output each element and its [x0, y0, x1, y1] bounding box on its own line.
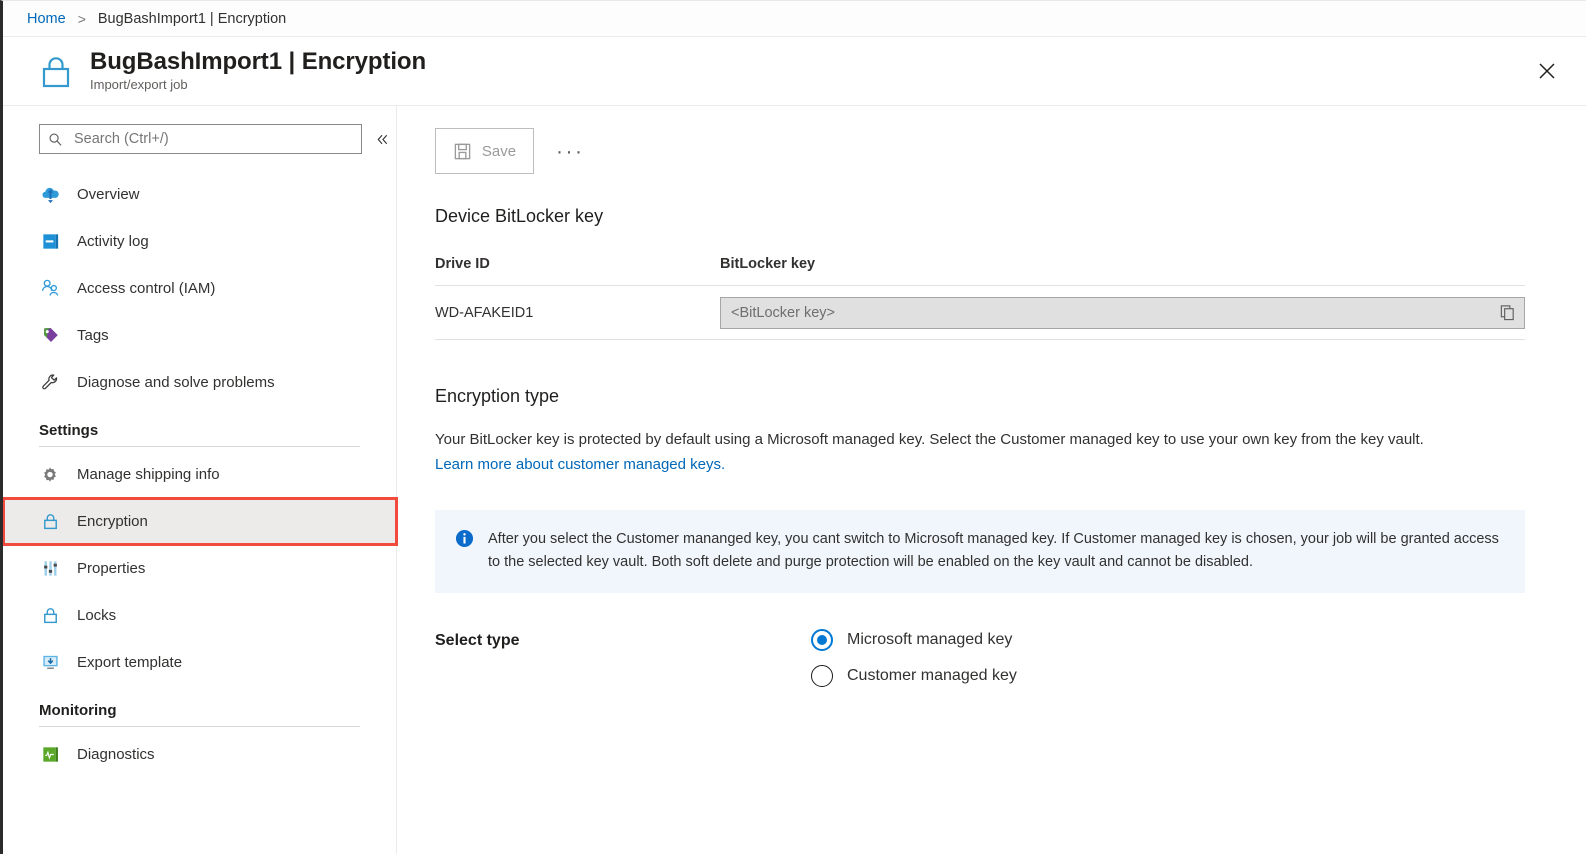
- save-disk-icon: [453, 142, 472, 161]
- sidebar-item-properties[interactable]: Properties: [3, 545, 396, 592]
- radio-mark: [811, 665, 833, 687]
- breadcrumb-home-link[interactable]: Home: [27, 11, 66, 27]
- search-box[interactable]: [39, 124, 362, 154]
- sidebar-item-diagnostics[interactable]: Diagnostics: [3, 731, 396, 778]
- encryption-type-description: Your BitLocker key is protected by defau…: [435, 429, 1515, 451]
- wrench-icon: [39, 372, 61, 394]
- sidebar-item-manage-shipping-info[interactable]: Manage shipping info: [3, 451, 396, 498]
- divider: [39, 446, 360, 447]
- command-bar: Save ···: [435, 128, 1586, 174]
- info-icon: [455, 528, 474, 574]
- table-header-cell-drive-id: Drive ID: [435, 255, 720, 273]
- sidebar-item-activity-log[interactable]: Activity log: [3, 218, 396, 265]
- breadcrumb-current: BugBashImport1 | Encryption: [98, 11, 286, 27]
- radio-customer-managed-key[interactable]: Customer managed key: [811, 665, 1017, 687]
- bitlocker-key-placeholder: <BitLocker key>: [731, 305, 1493, 321]
- radio-label: Microsoft managed key: [847, 631, 1012, 649]
- lock-icon: [36, 51, 76, 91]
- select-type-row: Select type Microsoft managed key Custom…: [435, 629, 1586, 687]
- people-icon: [39, 278, 61, 300]
- blade-body: Overview Activity log: [3, 106, 1586, 854]
- tag-icon: [39, 325, 61, 347]
- sidebar-item-label: Locks: [77, 607, 116, 624]
- double-chevron-left-icon[interactable]: [368, 125, 396, 153]
- sidebar-item-access-control[interactable]: Access control (IAM): [3, 265, 396, 312]
- more-commands-button[interactable]: ···: [548, 135, 592, 168]
- sidebar-item-tags[interactable]: Tags: [3, 312, 396, 359]
- lock-icon: [39, 511, 61, 533]
- table-row: WD-AFAKEID1 <BitLocker key>: [435, 286, 1525, 340]
- cloud-upload-icon: [39, 184, 61, 206]
- sidebar-group-settings: Settings: [3, 422, 396, 447]
- copy-icon[interactable]: [1493, 304, 1516, 321]
- main-content: Save ··· Device BitLocker key Drive ID B…: [397, 106, 1586, 854]
- lock-icon: [39, 605, 61, 627]
- diagnostics-icon: [39, 744, 61, 766]
- sidebar-item-label: Tags: [77, 327, 109, 344]
- table-header-cell-bitlocker-key: BitLocker key: [720, 255, 1525, 273]
- sidebar-group-title: Monitoring: [39, 702, 360, 719]
- radio-mark: [811, 629, 833, 651]
- sidebar-group-monitoring: Monitoring: [3, 702, 396, 727]
- gear-icon: [39, 464, 61, 486]
- sidebar-item-label: Diagnose and solve problems: [77, 374, 275, 391]
- bitlocker-key-table: Drive ID BitLocker key WD-AFAKEID1 <BitL…: [435, 255, 1525, 340]
- sidebar-item-label: Export template: [77, 654, 182, 671]
- sidebar-item-label: Diagnostics: [77, 746, 155, 763]
- activity-log-icon: [39, 231, 61, 253]
- save-button-label: Save: [482, 143, 516, 160]
- column-label: BitLocker key: [720, 256, 815, 272]
- sidebar-item-label: Manage shipping info: [77, 466, 220, 483]
- cell-drive-id: WD-AFAKEID1: [435, 305, 720, 321]
- column-label: Drive ID: [435, 256, 490, 272]
- sidebar-item-label: Properties: [77, 560, 145, 577]
- search-icon: [48, 132, 63, 147]
- close-icon[interactable]: [1532, 56, 1562, 86]
- export-template-icon: [39, 652, 61, 674]
- radio-label: Customer managed key: [847, 667, 1017, 685]
- breadcrumb-separator: >: [78, 11, 86, 27]
- sidebar-item-label: Overview: [77, 186, 140, 203]
- cell-bitlocker-key: <BitLocker key>: [720, 297, 1525, 329]
- sidebar-item-export-template[interactable]: Export template: [3, 639, 396, 686]
- radio-microsoft-managed-key[interactable]: Microsoft managed key: [811, 629, 1017, 651]
- sidebar-item-encryption[interactable]: Encryption: [3, 498, 397, 545]
- device-bitlocker-key-heading: Device BitLocker key: [435, 206, 1586, 227]
- sidebar-item-label: Activity log: [77, 233, 149, 250]
- encryption-type-radio-group: Microsoft managed key Customer managed k…: [811, 629, 1017, 687]
- blade-title-bar: BugBashImport1 | Encryption Import/expor…: [3, 37, 1586, 106]
- sidebar-item-diagnose[interactable]: Diagnose and solve problems: [3, 359, 396, 406]
- bitlocker-key-field[interactable]: <BitLocker key>: [720, 297, 1525, 329]
- page-title: BugBashImport1 | Encryption: [90, 49, 426, 75]
- table-header-row: Drive ID BitLocker key: [435, 255, 1525, 286]
- sidebar-item-locks[interactable]: Locks: [3, 592, 396, 639]
- search-input[interactable]: [72, 130, 353, 148]
- title-text-group: BugBashImport1 | Encryption Import/expor…: [90, 49, 426, 92]
- breadcrumb: Home > BugBashImport1 | Encryption: [3, 1, 1586, 37]
- sidebar-search-row: [3, 124, 396, 154]
- sidebar-group-title: Settings: [39, 422, 360, 439]
- sidebar-item-label: Encryption: [77, 513, 148, 530]
- select-type-label: Select type: [435, 629, 811, 650]
- save-button[interactable]: Save: [435, 128, 534, 174]
- divider: [39, 726, 360, 727]
- learn-more-link[interactable]: Learn more about customer managed keys.: [435, 456, 725, 473]
- azure-portal-blade: Home > BugBashImport1 | Encryption BugBa…: [0, 0, 1586, 854]
- sidebar-item-label: Access control (IAM): [77, 280, 215, 297]
- page-subtitle: Import/export job: [90, 78, 426, 92]
- info-banner-text: After you select the Customer mananged k…: [488, 528, 1503, 574]
- blade-sidebar: Overview Activity log: [3, 106, 397, 854]
- sliders-icon: [39, 558, 61, 580]
- sidebar-item-overview[interactable]: Overview: [3, 171, 396, 218]
- info-banner: After you select the Customer mananged k…: [435, 510, 1525, 593]
- encryption-type-heading: Encryption type: [435, 386, 1586, 407]
